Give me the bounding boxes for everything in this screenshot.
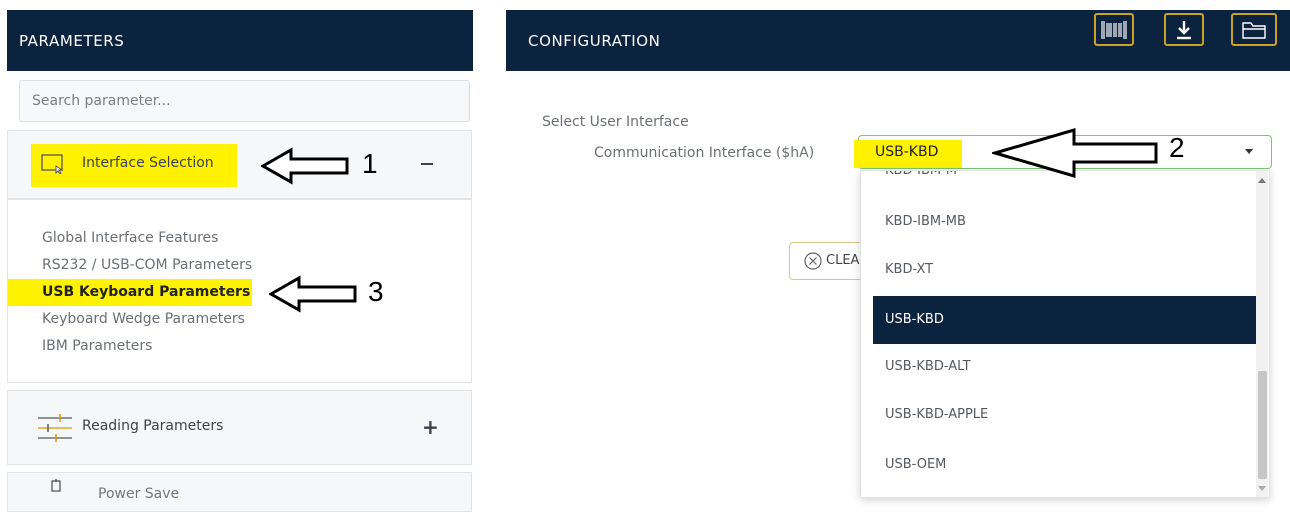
dropdown-option[interactable]: KBD-XT (873, 246, 1258, 294)
list-item-active[interactable]: USB Keyboard Parameters (42, 279, 252, 306)
list-item[interactable]: IBM Parameters (42, 333, 252, 360)
scrollbar-thumb[interactable] (1258, 371, 1267, 479)
communication-interface-label: Communication Interface ($hA) (594, 145, 815, 161)
interface-items-list: Global Interface Features RS232 / USB-CO… (7, 199, 472, 383)
parameters-title: PARAMETERS (19, 31, 125, 50)
interface-list: Global Interface Features RS232 / USB-CO… (42, 225, 252, 360)
dropdown-option[interactable]: USB-KBD-APPLE (873, 391, 1258, 439)
interface-icon (41, 154, 64, 174)
download-icon (1177, 20, 1191, 39)
interface-selection-section[interactable]: Interface Selection (7, 130, 472, 199)
folder-button[interactable] (1231, 13, 1277, 46)
parameters-header: PARAMETERS (7, 10, 473, 71)
annotation-arrow-3 (269, 275, 357, 313)
dropdown-option[interactable]: USB-OEM (873, 441, 1258, 489)
scroll-down-icon[interactable] (1258, 486, 1266, 491)
power-icon (51, 479, 61, 492)
folder-icon (1242, 21, 1266, 39)
clear-label: CLEA (826, 253, 860, 268)
annotation-number-3: 3 (368, 276, 384, 307)
dropdown-option-selected[interactable]: USB-KBD (873, 296, 1258, 344)
annotation-arrow-2 (992, 128, 1158, 178)
search-placeholder: Search parameter... (32, 93, 171, 109)
chevron-down-icon (1245, 149, 1253, 154)
interface-dropdown[interactable]: KBD-IBM-M KBD-IBM-MB KBD-XT USB-KBD USB-… (860, 170, 1270, 498)
barcode-button[interactable] (1094, 13, 1134, 46)
list-item[interactable]: Global Interface Features (42, 225, 252, 252)
clear-circle-icon (804, 252, 822, 270)
annotation-number-2: 2 (1169, 132, 1185, 163)
selected-value: USB-KBD (875, 144, 939, 160)
list-item[interactable]: Keyboard Wedge Parameters (42, 306, 252, 333)
interface-selection-label: Interface Selection (82, 155, 214, 171)
select-user-interface-label: Select User Interface (542, 114, 689, 130)
annotation-arrow-1 (261, 147, 349, 185)
collapse-icon[interactable] (421, 163, 433, 165)
power-save-label: Power Save (98, 486, 180, 502)
configuration-title: CONFIGURATION (528, 31, 661, 50)
reading-parameters-label: Reading Parameters (82, 418, 224, 434)
download-button[interactable] (1164, 13, 1204, 46)
power-save-section[interactable]: Power Save (7, 472, 472, 512)
annotation-number-1: 1 (362, 148, 378, 179)
barcode-icon (1101, 20, 1127, 39)
list-item[interactable]: RS232 / USB-COM Parameters (42, 252, 252, 279)
dropdown-option[interactable]: USB-KBD-ALT (873, 343, 1258, 391)
search-input[interactable]: Search parameter... (19, 80, 470, 122)
scroll-up-icon[interactable] (1258, 178, 1266, 183)
reading-parameters-section[interactable]: Reading Parameters + (7, 390, 472, 465)
dropdown-option[interactable]: KBD-IBM-MB (873, 198, 1258, 246)
sliders-icon (38, 414, 72, 442)
expand-icon[interactable]: + (422, 415, 439, 439)
